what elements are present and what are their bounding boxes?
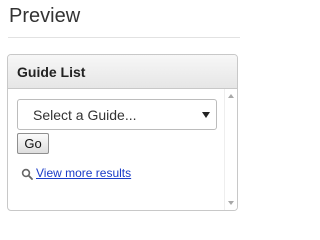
guide-select-value: Select a Guide...: [33, 107, 137, 123]
panel-scrollbar[interactable]: [224, 89, 237, 210]
scroll-up-icon[interactable]: [228, 94, 234, 98]
go-button[interactable]: Go: [17, 133, 49, 154]
page-title: Preview: [9, 5, 81, 27]
title-divider: [8, 37, 240, 38]
search-icon: [21, 168, 33, 180]
panel-title: Guide List: [17, 64, 86, 80]
chevron-down-icon: [202, 112, 210, 118]
guide-select[interactable]: Select a Guide...: [17, 99, 217, 130]
view-more-results-link[interactable]: View more results: [36, 166, 131, 180]
guide-list-panel: Guide List Select a Guide... Go View mor…: [7, 54, 238, 211]
scroll-down-icon[interactable]: [228, 201, 234, 205]
panel-body: Select a Guide... Go View more results: [8, 89, 224, 210]
panel-header: Guide List: [8, 55, 237, 89]
